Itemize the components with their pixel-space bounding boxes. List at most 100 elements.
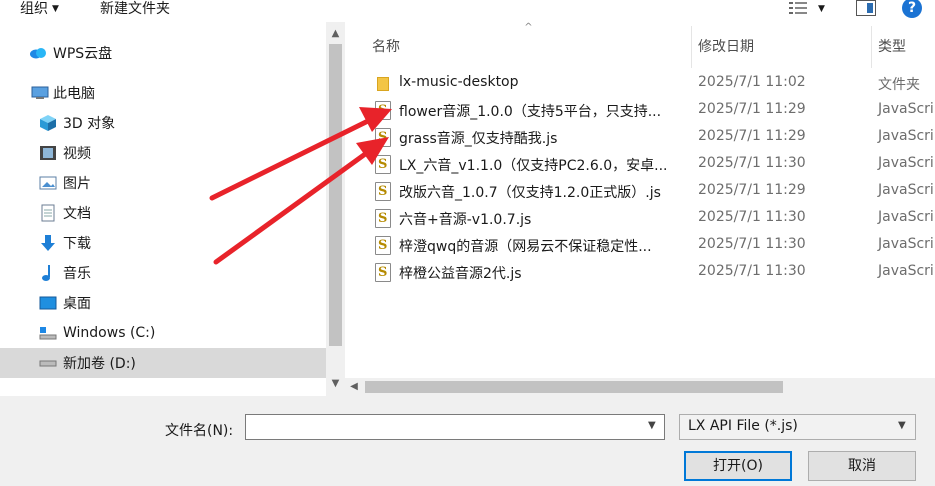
nav-item-drive-d[interactable]: 新加卷 (D:) bbox=[0, 348, 326, 378]
toolbar: 组织 ▼ 新建文件夹 ▼ ? bbox=[0, 0, 935, 22]
nav-vertical-scrollbar[interactable]: ▲ ▼ bbox=[326, 22, 345, 396]
file-list: ^ 名称 修改日期 类型 lx-music-desktop 2025/7/1 1… bbox=[345, 22, 935, 396]
nav-item-documents[interactable]: 文档 bbox=[0, 198, 326, 228]
cancel-button[interactable]: 取消 bbox=[808, 451, 916, 481]
preview-pane-button[interactable] bbox=[856, 0, 876, 16]
desktop-icon bbox=[39, 295, 57, 311]
filename-input[interactable] bbox=[245, 414, 665, 440]
nav-label: 新加卷 (D:) bbox=[63, 356, 136, 372]
nav-item-wps-cloud[interactable]: WPS云盘 bbox=[0, 38, 326, 68]
file-name: flower音源_1.0.0（支持5平台，只支持... bbox=[399, 104, 662, 120]
column-separator[interactable] bbox=[871, 26, 872, 68]
file-row[interactable]: 梓澄qwq的音源（网易云不保证稳定性... 2025/7/1 11:30 Jav… bbox=[369, 232, 935, 258]
file-name: 六音+音源-v1.0.7.js bbox=[399, 212, 532, 228]
file-row[interactable]: LX_六音_v1.1.0（仅支持PC2.6.0，安卓... 2025/7/1 1… bbox=[369, 151, 935, 177]
scroll-down-arrow-icon[interactable]: ▼ bbox=[326, 378, 345, 389]
file-name: 改版六音_1.0.7（仅支持1.2.0正式版）.js bbox=[399, 185, 661, 201]
nav-label: 桌面 bbox=[63, 296, 91, 312]
js-file-icon bbox=[375, 263, 391, 282]
nav-item-pictures[interactable]: 图片 bbox=[0, 168, 326, 198]
file-type: JavaScri bbox=[878, 155, 934, 171]
nav-label: 下载 bbox=[63, 236, 91, 252]
file-name: 梓澄qwq的音源（网易云不保证稳定性... bbox=[399, 239, 652, 255]
file-type: JavaScri bbox=[878, 128, 934, 144]
file-date: 2025/7/1 11:29 bbox=[698, 101, 806, 117]
file-row[interactable]: 六音+音源-v1.0.7.js 2025/7/1 11:30 JavaScri bbox=[369, 205, 935, 231]
filename-label: 文件名(N): bbox=[165, 423, 234, 439]
help-button[interactable]: ? bbox=[902, 0, 922, 18]
organize-button[interactable]: 组织 ▼ bbox=[20, 0, 59, 20]
nav-scroll-thumb[interactable] bbox=[329, 44, 342, 346]
file-name: grass音源_仅支持酷我.js bbox=[399, 131, 558, 147]
open-button[interactable]: 打开(O) bbox=[684, 451, 792, 481]
js-file-icon bbox=[375, 101, 391, 120]
file-date: 2025/7/1 11:30 bbox=[698, 263, 806, 279]
view-dropdown-icon[interactable]: ▼ bbox=[818, 0, 825, 18]
file-date: 2025/7/1 11:30 bbox=[698, 155, 806, 171]
nav-item-drive-c[interactable]: Windows (C:) bbox=[0, 318, 326, 348]
nav-label: 图片 bbox=[63, 176, 91, 192]
file-name: lx-music-desktop bbox=[399, 74, 519, 90]
file-row[interactable]: 改版六音_1.0.7（仅支持1.2.0正式版）.js 2025/7/1 11:2… bbox=[369, 178, 935, 204]
nav-item-music[interactable]: 音乐 bbox=[0, 258, 326, 288]
list-scroll-thumb[interactable] bbox=[365, 381, 783, 393]
js-file-icon bbox=[375, 209, 391, 228]
file-name: 梓橙公益音源2代.js bbox=[399, 266, 522, 282]
nav-label: WPS云盘 bbox=[53, 46, 113, 62]
file-date: 2025/7/1 11:02 bbox=[698, 74, 806, 90]
video-icon bbox=[39, 145, 57, 161]
column-separator[interactable] bbox=[691, 26, 692, 68]
nav-label: 此电脑 bbox=[53, 86, 95, 102]
folder-icon bbox=[377, 77, 389, 91]
scroll-left-arrow-icon[interactable]: ◀ bbox=[345, 381, 363, 392]
filename-dropdown-icon[interactable]: ▼ bbox=[648, 420, 656, 431]
nav-item-desktop[interactable]: 桌面 bbox=[0, 288, 326, 318]
js-file-icon bbox=[375, 236, 391, 255]
nav-item-this-pc[interactable]: 此电脑 bbox=[0, 78, 326, 108]
nav-item-3d-objects[interactable]: 3D 对象 bbox=[0, 108, 326, 138]
filetype-dropdown-icon[interactable]: ▼ bbox=[898, 420, 906, 431]
file-row[interactable]: lx-music-desktop 2025/7/1 11:02 文件夹 bbox=[369, 70, 935, 96]
file-type: JavaScri bbox=[878, 182, 934, 198]
file-date: 2025/7/1 11:29 bbox=[698, 182, 806, 198]
navigation-pane: WPS云盘 此电脑 3D 对象 视频 图片 文档 下载 音乐 桌面 Window… bbox=[0, 22, 345, 396]
filetype-select[interactable]: LX API File (*.js) bbox=[679, 414, 916, 440]
file-type: JavaScri bbox=[878, 263, 934, 279]
file-type: 文件夹 bbox=[878, 77, 920, 93]
cube-icon bbox=[39, 115, 57, 131]
new-folder-button[interactable]: 新建文件夹 bbox=[100, 0, 170, 18]
nav-label: 音乐 bbox=[63, 266, 91, 282]
view-options-button[interactable] bbox=[788, 0, 810, 18]
sort-ascending-icon: ^ bbox=[524, 22, 533, 33]
file-row[interactable]: grass音源_仅支持酷我.js 2025/7/1 11:29 JavaScri bbox=[369, 124, 935, 150]
drive-c-icon bbox=[39, 325, 57, 341]
organize-label: 组织 bbox=[20, 1, 48, 17]
document-icon bbox=[39, 204, 57, 222]
nav-label: Windows (C:) bbox=[63, 325, 156, 341]
picture-icon bbox=[39, 175, 57, 191]
cloud-icon bbox=[29, 45, 47, 61]
dialog-footer: 文件名(N): ▼ LX API File (*.js) ▼ 打开(O) 取消 bbox=[0, 396, 935, 486]
nav-item-videos[interactable]: 视频 bbox=[0, 138, 326, 168]
music-icon bbox=[39, 265, 57, 281]
file-row[interactable]: 梓橙公益音源2代.js 2025/7/1 11:30 JavaScri bbox=[369, 259, 935, 285]
chevron-down-icon: ▼ bbox=[52, 4, 59, 14]
file-type: JavaScri bbox=[878, 209, 934, 225]
js-file-icon bbox=[375, 182, 391, 201]
file-name: LX_六音_v1.1.0（仅支持PC2.6.0，安卓... bbox=[399, 158, 668, 174]
list-horizontal-scrollbar[interactable]: ◀ bbox=[345, 378, 935, 396]
list-view-icon bbox=[789, 2, 807, 14]
file-row[interactable]: flower音源_1.0.0（支持5平台，只支持... 2025/7/1 11:… bbox=[369, 97, 935, 123]
download-icon bbox=[39, 235, 57, 251]
file-date: 2025/7/1 11:30 bbox=[698, 209, 806, 225]
computer-icon bbox=[31, 85, 49, 101]
file-type: JavaScri bbox=[878, 101, 934, 117]
nav-label: 3D 对象 bbox=[63, 116, 116, 132]
file-date: 2025/7/1 11:29 bbox=[698, 128, 806, 144]
js-file-icon bbox=[375, 128, 391, 147]
nav-label: 视频 bbox=[63, 146, 91, 162]
scroll-up-arrow-icon[interactable]: ▲ bbox=[326, 28, 345, 39]
nav-item-downloads[interactable]: 下载 bbox=[0, 228, 326, 258]
js-file-icon bbox=[375, 155, 391, 174]
nav-label: 文档 bbox=[63, 206, 91, 222]
